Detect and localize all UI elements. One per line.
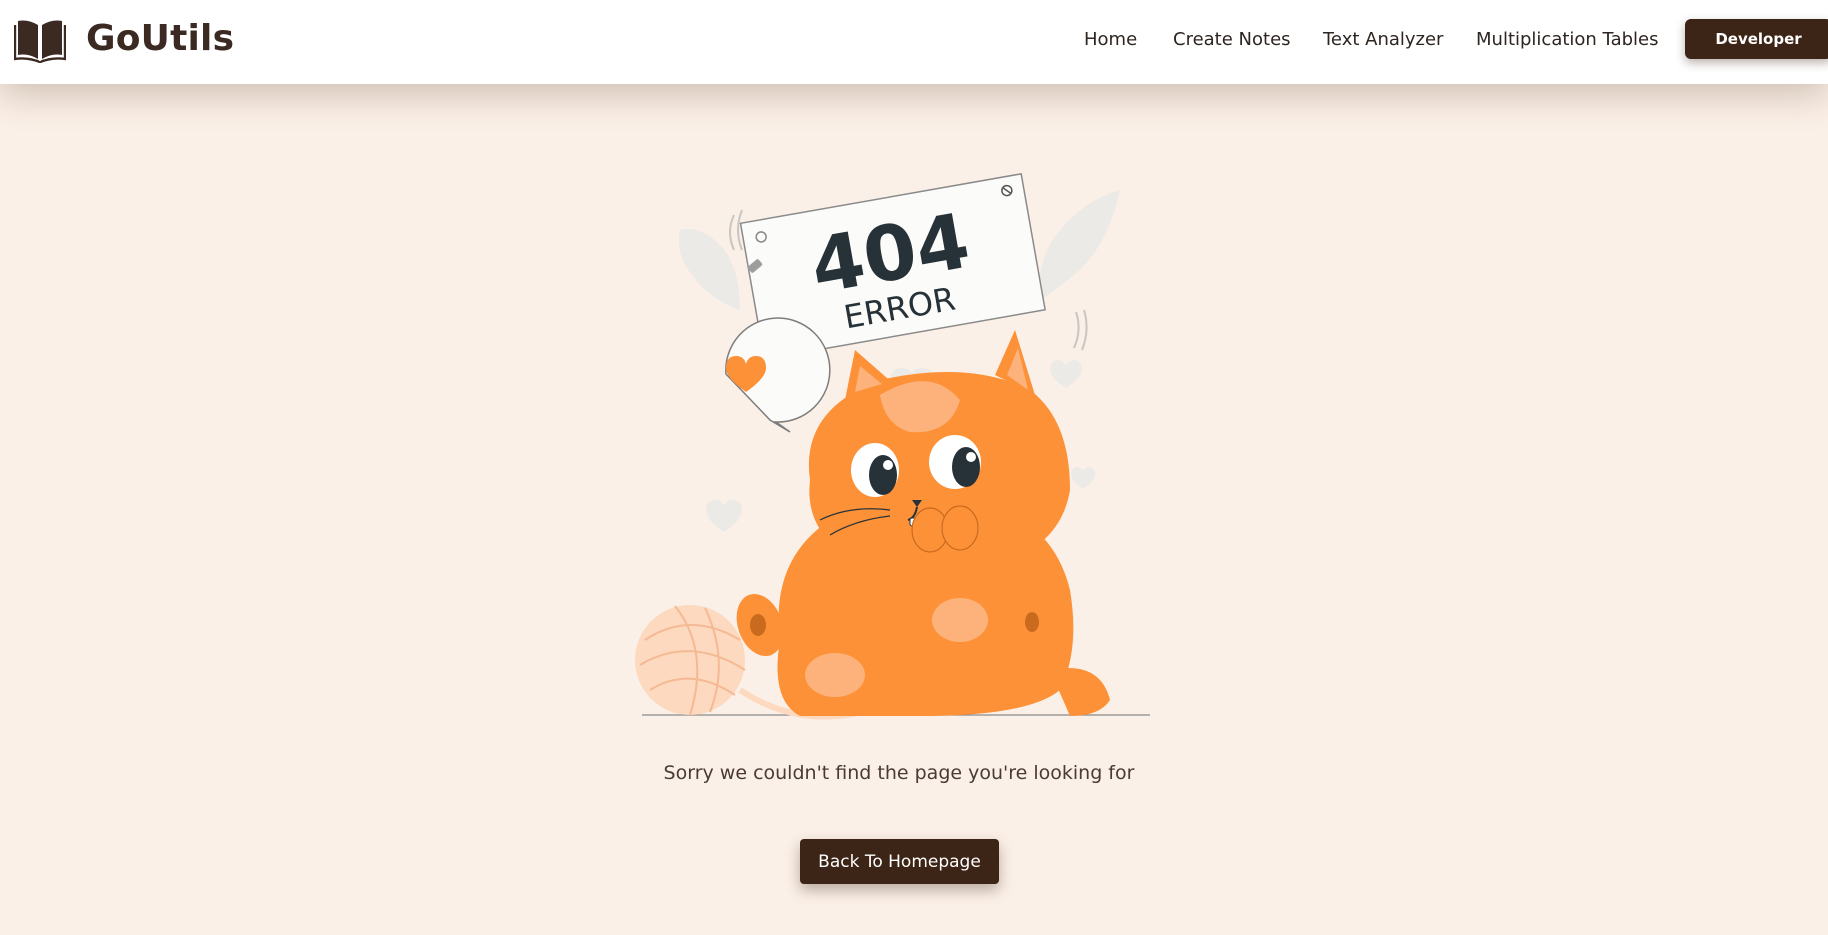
leaf-right-icon: [1039, 190, 1120, 300]
yarn-ball-icon: [635, 605, 746, 716]
developer-button[interactable]: Developer: [1685, 19, 1828, 59]
nav-text-analyzer-link[interactable]: Text Analyzer: [1323, 29, 1443, 50]
main-nav: Home Create Notes Text Analyzer Multipli…: [0, 29, 1828, 53]
nav-multiplication-tables-link[interactable]: Multiplication Tables: [1476, 29, 1658, 50]
not-found-message: Sorry we couldn't find the page you're l…: [663, 762, 1135, 784]
back-to-homepage-button[interactable]: Back To Homepage: [800, 839, 999, 884]
speech-bubble: [725, 317, 831, 433]
top-navbar: GoUtils Home Create Notes Text Analyzer …: [0, 0, 1828, 84]
cat-with-yarn-illustration: 404 ERROR: [635, 172, 1150, 720]
nav-home-link[interactable]: Home: [1084, 29, 1137, 50]
nav-create-notes-link[interactable]: Create Notes: [1173, 29, 1291, 50]
